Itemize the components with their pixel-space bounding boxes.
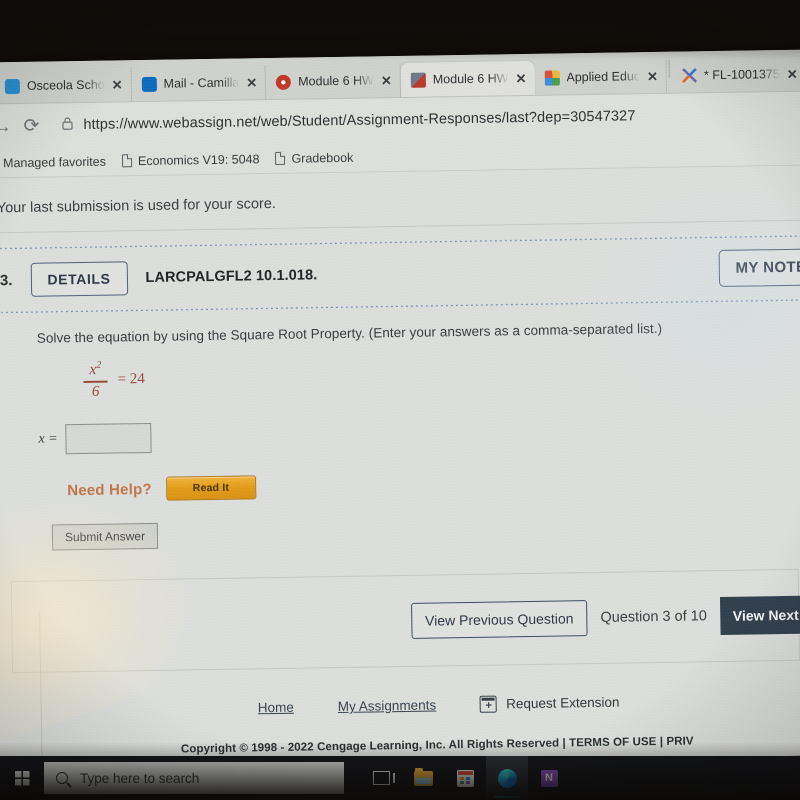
question-header: 3. DETAILS LARCPALGFL2 10.1.018. MY NOTE…	[0, 236, 800, 311]
file-explorer-icon	[413, 767, 433, 786]
browser-tab-applied-education[interactable]: Applied Educ ✕	[534, 58, 668, 95]
fraction-numerator: x2	[89, 359, 102, 379]
fraction: x2 6	[83, 359, 108, 401]
task-view-button[interactable]	[360, 756, 402, 800]
request-extension-label: Request Extension	[506, 694, 620, 712]
answer-label: x =	[38, 431, 58, 447]
tab-separator	[668, 59, 671, 78]
tab-title: Applied Educ	[566, 69, 641, 85]
bookmark-label: Managed favorites	[2, 154, 107, 170]
school-icon	[4, 78, 20, 94]
laptop-screen: Osceola Scho ✕ Mail - Camilla ✕ Module 6…	[0, 49, 800, 769]
question-counter: Question 3 of 10	[600, 608, 707, 627]
close-icon[interactable]: ✕	[381, 73, 392, 88]
taskbar-icons	[360, 756, 570, 800]
calendar-plus-icon: +	[480, 695, 498, 714]
forward-icon[interactable]: →	[0, 116, 12, 137]
fraction-denominator: 6	[91, 383, 100, 400]
search-icon	[56, 772, 68, 784]
equation: x2 6 = 24	[83, 350, 800, 401]
task-view-icon	[372, 771, 395, 785]
browser-tab-fl-1001375[interactable]: * FL-1001375 ✕	[672, 57, 800, 93]
canvas-icon	[276, 74, 292, 90]
question-number: 3.	[0, 271, 13, 289]
bookmark-economics[interactable]: Economics V19: 5048	[121, 151, 260, 168]
details-button[interactable]: DETAILS	[30, 261, 128, 297]
close-icon[interactable]: ✕	[515, 71, 526, 86]
submit-answer-button[interactable]: Submit Answer	[51, 523, 159, 551]
close-icon[interactable]: ✕	[787, 66, 798, 81]
close-icon[interactable]: ✕	[246, 75, 257, 90]
close-icon[interactable]: ✕	[112, 77, 123, 92]
question-prompt: Solve the equation by using the Square R…	[36, 320, 663, 346]
microsoft-store-icon	[456, 769, 474, 787]
address-bar[interactable]: https://www.webassign.net/web/Student/As…	[51, 100, 800, 140]
onenote-icon	[540, 769, 558, 787]
browser-tab-osceola[interactable]: Osceola Scho ✕	[0, 67, 132, 104]
read-it-button[interactable]: Read It	[165, 475, 257, 501]
need-help-label: Need Help?	[67, 480, 152, 500]
outlook-icon	[141, 76, 157, 92]
reload-icon[interactable]: ⟳	[23, 114, 39, 137]
tab-title: Osceola Scho	[26, 77, 105, 93]
question-code: LARCPALGFL2 10.1.018.	[145, 267, 318, 287]
start-button[interactable]	[0, 770, 44, 786]
page-icon	[275, 151, 286, 165]
windows-taskbar: Type here to search	[0, 756, 800, 800]
x-logo-icon	[682, 68, 697, 83]
footer-links: Home My Assignments + Request Extension	[0, 691, 800, 721]
browser-tab-module6-webassign[interactable]: Module 6 HW ✕	[400, 60, 535, 97]
my-notes-button[interactable]: MY NOTES	[718, 248, 800, 288]
fraction-bar	[83, 380, 108, 383]
bookmark-gradebook[interactable]: Gradebook	[275, 150, 353, 165]
need-help-row: Need Help? Read It	[67, 467, 800, 503]
view-previous-question-button[interactable]: View Previous Question	[410, 600, 588, 640]
tab-title: Module 6 HW	[432, 71, 509, 87]
submit-row: Submit Answer	[51, 513, 800, 551]
answer-input[interactable]	[65, 423, 152, 455]
view-next-question-button[interactable]: View Next Question	[719, 594, 800, 636]
question-body: Solve the equation by using the Square R…	[0, 300, 800, 769]
browser-tab-mail[interactable]: Mail - Camilla ✕	[131, 65, 267, 102]
file-explorer-button[interactable]	[402, 756, 444, 800]
page-icon	[121, 154, 133, 168]
microsoft-store-button[interactable]	[444, 756, 486, 800]
windows-logo-icon	[14, 770, 30, 786]
url-text: https://www.webassign.net/web/Student/As…	[83, 108, 636, 133]
equation-right-side: = 24	[117, 371, 145, 388]
home-link[interactable]: Home	[258, 700, 294, 716]
photo-of-laptop-screen: Osceola Scho ✕ Mail - Camilla ✕ Module 6…	[0, 0, 800, 800]
onenote-button[interactable]	[528, 756, 570, 800]
webassign-icon	[410, 72, 426, 88]
tab-title: * FL-1001375	[703, 67, 780, 83]
bookmark-managed-favorites[interactable]: Managed favorites	[0, 154, 106, 170]
copyright-text: Copyright © 1998 - 2022 Cengage Learning…	[180, 735, 694, 756]
microsoft-edge-icon	[497, 768, 517, 788]
close-icon[interactable]: ✕	[647, 68, 658, 83]
tab-title: Module 6 HW	[298, 73, 375, 89]
exponent: 2	[96, 359, 102, 371]
my-assignments-link[interactable]: My Assignments	[338, 698, 437, 715]
submission-notice: Your last submission is used for your sc…	[0, 165, 800, 234]
request-extension-link[interactable]: + Request Extension	[480, 694, 620, 714]
lock-icon	[61, 116, 73, 134]
search-input[interactable]: Type here to search	[44, 762, 344, 794]
webassign-page: Your last submission is used for your sc…	[0, 165, 800, 769]
answer-row: x =	[38, 413, 800, 455]
microsoft-edge-button[interactable]	[486, 756, 528, 800]
tab-title: Mail - Camilla	[163, 75, 240, 91]
bookmark-label: Economics V19: 5048	[137, 151, 260, 168]
bookmark-label: Gradebook	[291, 150, 354, 166]
search-placeholder: Type here to search	[80, 770, 200, 786]
question-navigation: View Previous Question Question 3 of 10 …	[10, 569, 800, 674]
applied-education-icon	[544, 69, 560, 86]
browser-tab-module6-canvas[interactable]: Module 6 HW ✕	[265, 62, 402, 100]
